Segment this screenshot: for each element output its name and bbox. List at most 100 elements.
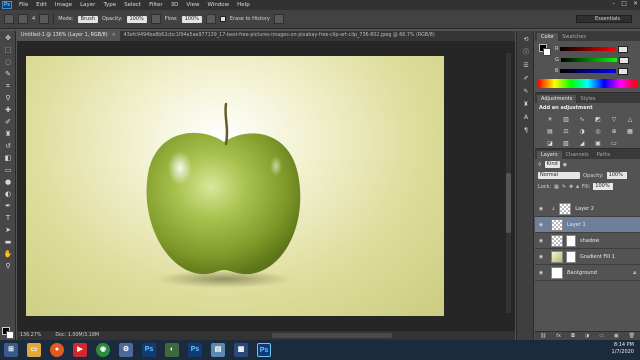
gradient-tool-icon[interactable]: ▭ xyxy=(3,165,13,175)
zoom-tool-icon[interactable]: ⚲ xyxy=(3,261,13,271)
gradient-map-icon[interactable]: ▭ xyxy=(609,139,619,148)
layer-row[interactable]: ◉ shadow xyxy=(535,233,640,249)
menu-view[interactable]: View xyxy=(182,2,203,8)
menu-window[interactable]: Window xyxy=(203,2,233,8)
eraser-tool-preset-icon[interactable] xyxy=(4,14,14,24)
zoom-level[interactable]: 136.27% xyxy=(20,333,41,338)
menu-select[interactable]: Select xyxy=(120,2,145,8)
kind-filter-select[interactable]: Kind xyxy=(544,161,560,168)
brush-panel-icon[interactable] xyxy=(39,14,50,24)
dodge-tool-icon[interactable]: ◐ xyxy=(3,189,13,199)
flow-input[interactable]: 100% xyxy=(181,15,202,23)
lock-all-icon[interactable]: 🔒︎ xyxy=(576,184,579,190)
lock-move-icon[interactable]: ✥ xyxy=(569,184,573,190)
eraser-tool-icon[interactable]: ◧ xyxy=(3,153,13,163)
clone-source-icon[interactable]: ♜ xyxy=(521,100,531,109)
menu-layer[interactable]: Layer xyxy=(76,2,99,8)
lock-paint-icon[interactable]: ✎ xyxy=(562,184,566,190)
properties-icon[interactable]: ☰ xyxy=(521,61,531,70)
visibility-eye-icon[interactable]: ◉ xyxy=(537,254,545,260)
hue-icon[interactable]: ▤ xyxy=(545,127,555,136)
photoshop-taskbar-icon[interactable]: Ps xyxy=(142,343,156,357)
red-value-input[interactable] xyxy=(618,45,629,53)
new-layer-icon[interactable]: ▣ xyxy=(614,333,619,339)
type-tool-icon[interactable]: T xyxy=(3,213,13,223)
airbrush-icon[interactable] xyxy=(205,14,216,24)
erase-history-checkbox[interactable] xyxy=(219,16,226,22)
system-clock[interactable]: 8:14 PM 1/7/2020 xyxy=(612,342,634,356)
tab-paths[interactable]: Paths xyxy=(593,151,615,159)
fx-icon[interactable]: fx xyxy=(556,333,561,339)
grid-icon[interactable]: ▦ xyxy=(625,127,635,136)
scroll-thumb[interactable] xyxy=(506,173,511,233)
color-panel-background-swatch[interactable] xyxy=(543,48,551,56)
photoshop-taskbar-icon-2[interactable]: Ps xyxy=(188,343,202,357)
shape-tool-icon[interactable]: ▬ xyxy=(3,237,13,247)
close-tab-icon[interactable]: × xyxy=(112,33,116,38)
visibility-eye-icon[interactable]: ◉ xyxy=(537,270,545,276)
color-balance-icon[interactable]: ⚖ xyxy=(561,127,571,136)
windows-start-icon[interactable]: ⊞ xyxy=(4,343,18,357)
new-group-icon[interactable]: ▭ xyxy=(599,333,604,339)
channel-mixer-icon[interactable]: ⊕ xyxy=(609,127,619,136)
quick-select-tool-icon[interactable]: ✎ xyxy=(3,69,13,79)
brightness-icon[interactable]: ☀ xyxy=(545,115,555,124)
character-icon[interactable]: A xyxy=(521,113,531,122)
canvas[interactable] xyxy=(26,56,444,316)
mode-select[interactable]: Brush xyxy=(77,15,98,23)
layer-row[interactable]: ◉ ↓ Layer 2 xyxy=(535,201,640,217)
photo-filter-icon[interactable]: ◎ xyxy=(593,127,603,136)
visibility-eye-icon[interactable]: ◉ xyxy=(537,206,545,212)
maximize-button[interactable]: □ xyxy=(621,0,627,7)
selective-color-icon[interactable]: ▣ xyxy=(593,139,603,148)
new-adjustment-icon[interactable]: ◑ xyxy=(585,333,589,339)
layer-name[interactable]: Layer 1 xyxy=(567,222,586,228)
tab-adjustments[interactable]: Adjustments xyxy=(537,95,577,103)
lasso-tool-icon[interactable]: ◌ xyxy=(3,57,13,67)
link-layers-icon[interactable]: ⛓ xyxy=(540,333,546,339)
doc-size[interactable]: Doc: 1.00M/3.18M xyxy=(55,333,99,338)
pressure-opacity-icon[interactable] xyxy=(150,14,161,24)
levels-icon[interactable]: ▥ xyxy=(561,115,571,124)
menu-edit[interactable]: Edit xyxy=(32,2,51,8)
tab-color[interactable]: Color xyxy=(537,33,559,41)
pressure-size-icon[interactable] xyxy=(273,14,284,24)
blue-slider[interactable] xyxy=(560,69,617,73)
app-icon[interactable]: ⚙ xyxy=(119,343,133,357)
hand-tool-icon[interactable]: ✋ xyxy=(3,249,13,259)
chrome-icon[interactable]: ◉ xyxy=(96,343,110,357)
brush-preset-icon[interactable] xyxy=(18,14,28,24)
workspace-switcher[interactable]: Essentials xyxy=(576,15,632,23)
path-select-tool-icon[interactable]: ➤ xyxy=(3,225,13,235)
invert-icon[interactable]: ◪ xyxy=(545,139,555,148)
vertical-scrollbar[interactable] xyxy=(506,53,511,313)
crop-tool-icon[interactable]: ⌗ xyxy=(3,81,13,91)
layer-row-selected[interactable]: ◉ Layer 1 xyxy=(535,217,640,233)
history-icon[interactable]: ⟲ xyxy=(521,35,531,44)
menu-help[interactable]: Help xyxy=(233,2,254,8)
move-tool-icon[interactable]: ✥ xyxy=(3,33,13,43)
marquee-tool-icon[interactable]: ⬚ xyxy=(3,45,13,55)
visibility-eye-icon[interactable]: ◉ xyxy=(537,222,545,228)
media-player-icon[interactable]: ▶ xyxy=(73,343,87,357)
blend-mode-select[interactable]: Normal xyxy=(538,172,580,179)
blue-value-input[interactable] xyxy=(618,67,629,75)
file-explorer-icon[interactable]: ▭ xyxy=(27,343,41,357)
green-value-input[interactable] xyxy=(618,56,629,64)
tab-channels[interactable]: Channels xyxy=(562,151,593,159)
blur-tool-icon[interactable]: ● xyxy=(3,177,13,187)
canvas-pasteboard[interactable] xyxy=(17,41,515,330)
filter-toggle-icon[interactable]: ◉ xyxy=(563,162,567,168)
menu-filter[interactable]: Filter xyxy=(145,2,167,8)
menu-type[interactable]: Type xyxy=(99,2,120,8)
layer-row[interactable]: ◉ Background 🔒︎ xyxy=(535,265,640,281)
bw-icon[interactable]: ◑ xyxy=(577,127,587,136)
green-slider[interactable] xyxy=(560,58,617,62)
fill-input[interactable]: 100% xyxy=(593,183,614,190)
layer-name[interactable]: Layer 2 xyxy=(575,206,594,212)
clone-stamp-tool-icon[interactable]: ♜ xyxy=(3,129,13,139)
triangle-icon[interactable]: △ xyxy=(625,115,635,124)
opacity-input[interactable]: 100% xyxy=(126,15,147,23)
tab-styles[interactable]: Styles xyxy=(576,95,599,103)
paragraph-icon[interactable]: ¶ xyxy=(521,126,531,135)
